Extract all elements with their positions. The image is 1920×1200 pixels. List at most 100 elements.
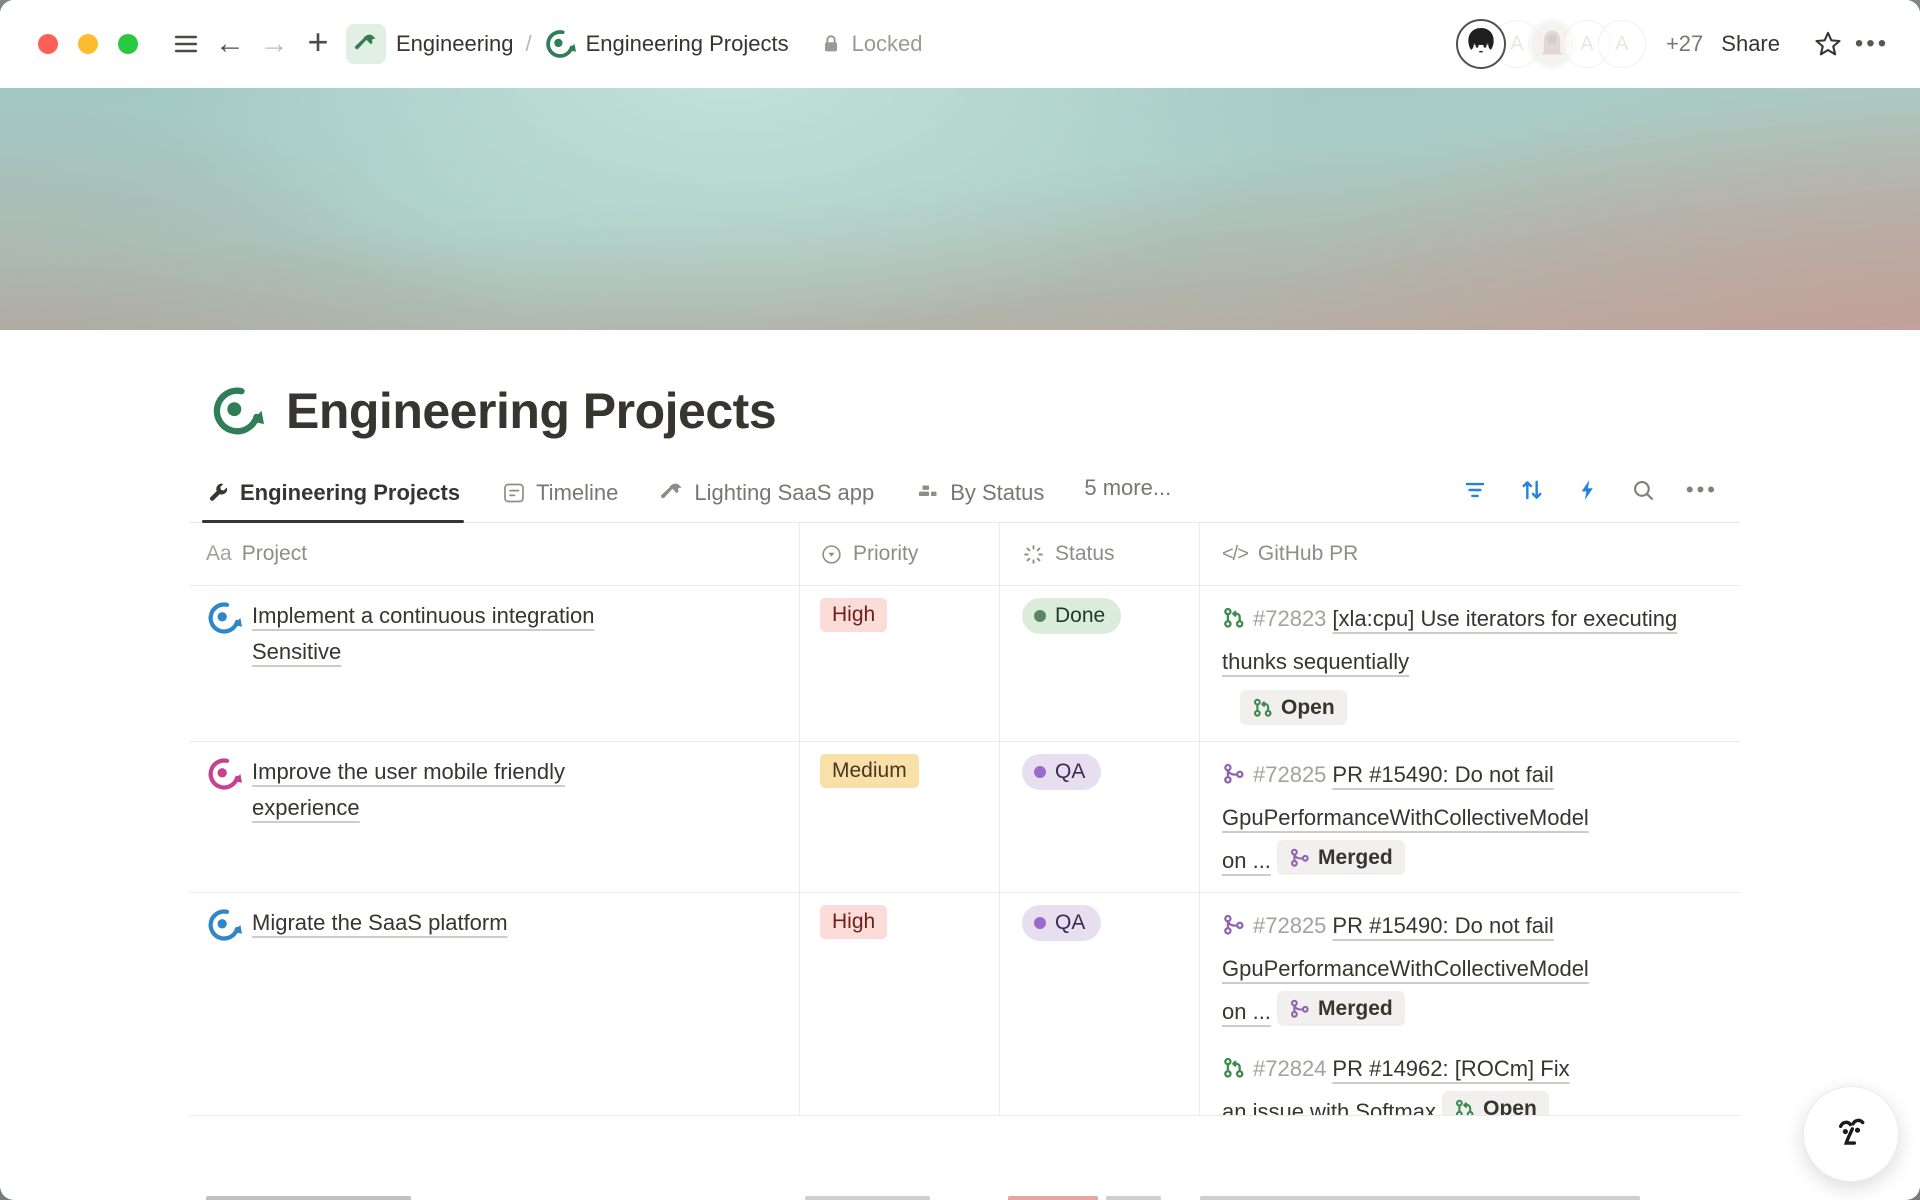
tab-label: By Status [950,480,1044,506]
tab-label: Timeline [536,480,618,506]
breadcrumb-root[interactable]: Engineering [396,31,513,57]
avatar-illustrated [1456,19,1506,69]
new-page-button[interactable]: + [296,22,340,66]
tab-by-status[interactable]: By Status [914,470,1046,522]
app-window: ← → + Engineering / Engineering Projects… [0,0,1920,1200]
git-pull-request-icon [1222,606,1245,629]
priority-tag[interactable]: Medium [820,754,919,788]
pr-state-badge[interactable]: Merged [1277,840,1405,875]
search-button[interactable] [1630,477,1656,503]
status-label: QA [1055,911,1085,935]
priority-tag[interactable]: High [820,905,887,939]
priority-cell[interactable]: High [800,586,1000,741]
workspace-hammer-icon[interactable] [346,24,386,64]
status-label: QA [1055,760,1085,784]
pr-link[interactable]: #72825PR #15490: Do not fail GpuPerforma… [1222,754,1590,883]
status-dot [1034,610,1046,622]
column-label: Status [1055,542,1115,566]
sort-arrows-icon [1518,476,1546,504]
page-cyclone-icon-large[interactable] [210,384,264,438]
sidebar-toggle-button[interactable] [164,22,208,66]
status-pill[interactable]: Done [1022,598,1121,634]
search-icon [1630,477,1656,503]
git-pull-request-icon [1222,1056,1245,1079]
lock-icon [819,32,843,56]
status-pill[interactable]: QA [1022,754,1101,790]
project-cell[interactable]: Migrate the SaaS platform [190,893,800,1115]
favorite-button[interactable] [1806,22,1850,66]
pr-link[interactable]: #72823[xla:cpu] Use iterators for execut… [1222,598,1702,733]
filter-icon [1462,477,1488,503]
timeline-icon [502,481,526,505]
pr-state-label: Merged [1318,844,1393,871]
share-button[interactable]: Share [1721,31,1780,57]
status-property-icon [1022,543,1045,566]
git-pull-request-icon [1454,1098,1475,1116]
project-cell[interactable]: Improve the user mobile friendly experie… [190,742,800,892]
page-title[interactable]: Engineering Projects [286,382,776,440]
filter-button[interactable] [1462,477,1488,503]
tab-engineering-projects[interactable]: Engineering Projects [204,470,462,522]
automations-button[interactable] [1576,478,1600,502]
pr-state-badge[interactable]: Open [1240,690,1347,725]
page-cover-image [0,88,1920,330]
priority-tag[interactable]: High [820,598,887,632]
avatar-overflow-count[interactable]: +27 [1666,31,1703,57]
status-cell[interactable]: QA [1000,893,1200,1115]
wrench-icon [206,481,230,505]
column-label: GitHub PR [1258,542,1358,566]
column-header-project[interactable]: Aa Project [190,523,800,585]
pr-state-badge[interactable]: Open [1442,1091,1549,1116]
pr-number: #72825 [1253,913,1326,938]
view-options-button[interactable]: ••• [1686,477,1718,503]
status-pill[interactable]: QA [1022,905,1101,941]
lock-status[interactable]: Locked [819,31,923,57]
minimize-window-button[interactable] [78,34,98,54]
pr-link[interactable]: #72825PR #15490: Do not fail GpuPerforma… [1222,905,1590,1034]
github-pr-cell[interactable]: #72825PR #15490: Do not fail GpuPerforma… [1200,893,1740,1115]
tab-lighting-saas-app[interactable]: Lighting SaaS app [658,470,876,522]
page-options-button[interactable]: ••• [1850,22,1894,66]
locked-label: Locked [852,31,923,57]
star-icon [1813,29,1843,59]
view-tabs: Engineering Projects Timeline Lighting S… [204,470,1171,522]
back-arrow-icon: ← [215,29,245,59]
close-window-button[interactable] [38,34,58,54]
zoom-window-button[interactable] [118,34,138,54]
column-header-priority[interactable]: Priority [800,523,1000,585]
back-button[interactable]: ← [208,22,252,66]
view-tabs-bar: Engineering Projects Timeline Lighting S… [190,470,1740,523]
tab-label: Lighting SaaS app [694,480,874,506]
pr-link[interactable]: #72824PR #14962: [ROCm] Fix an issue wit… [1222,1048,1590,1116]
project-cyclone-icon [206,756,242,792]
tab-timeline[interactable]: Timeline [500,470,620,522]
table-row: Migrate the SaaS platform High QA #72825… [190,893,1740,1116]
column-header-github-pr[interactable]: </> GitHub PR [1200,523,1740,585]
forward-button[interactable]: → [252,22,296,66]
notion-ai-button[interactable] [1803,1086,1899,1182]
column-header-status[interactable]: Status [1000,523,1200,585]
project-cyclone-icon [206,907,242,943]
toolbar: ← → + Engineering / Engineering Projects… [0,0,1920,88]
breadcrumb-page[interactable]: Engineering Projects [586,31,789,57]
github-pr-cell[interactable]: #72823[xla:cpu] Use iterators for execut… [1200,586,1740,741]
project-title-link[interactable]: Improve the user mobile friendly experie… [252,754,656,827]
status-cell[interactable]: QA [1000,742,1200,892]
project-title-link[interactable]: Implement a continuous integration Sensi… [252,598,656,671]
project-title-link[interactable]: Migrate the SaaS platform [252,905,508,941]
clipped-title-fragment [206,1196,411,1200]
pr-number: #72825 [1253,762,1326,787]
priority-cell[interactable]: Medium [800,742,1000,892]
pr-state-badge[interactable]: Merged [1277,991,1405,1026]
project-cell[interactable]: Implement a continuous integration Sensi… [190,586,800,741]
clipped-cell-fragment [1106,1196,1161,1200]
avatar-stack[interactable]: A A A [1456,19,1646,69]
column-label: Project [242,542,307,566]
sort-button[interactable] [1518,476,1546,504]
select-property-icon [820,543,843,566]
more-views-button[interactable]: 5 more... [1084,475,1171,517]
board-icon [916,481,940,505]
status-cell[interactable]: Done [1000,586,1200,741]
priority-cell[interactable]: High [800,893,1000,1115]
github-pr-cell[interactable]: #72825PR #15490: Do not fail GpuPerforma… [1200,742,1740,892]
